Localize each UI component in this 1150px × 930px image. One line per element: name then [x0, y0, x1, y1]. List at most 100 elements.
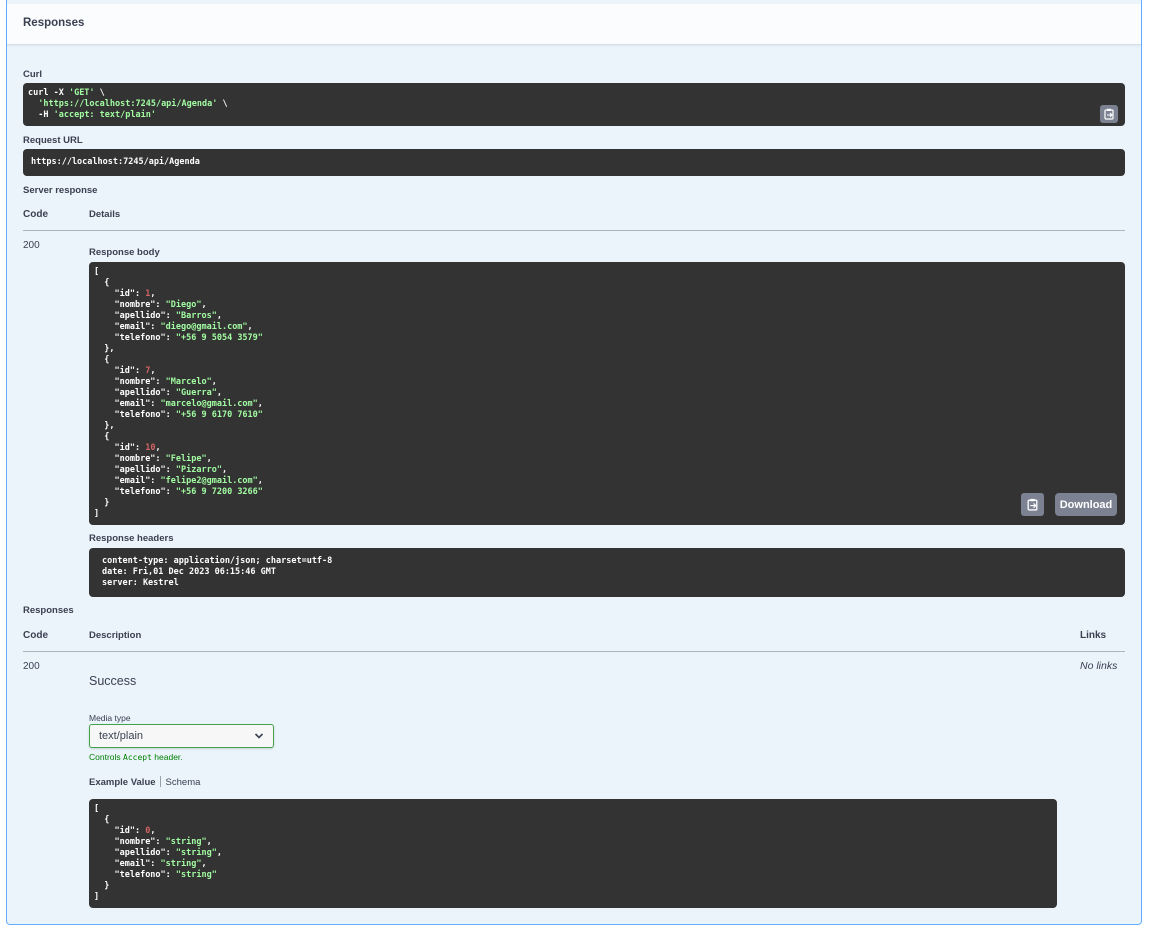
json-string: "+56 9 7200 3266" — [175, 487, 263, 497]
media-type-select[interactable]: text/plain — [89, 724, 274, 748]
json-key: "nombre": — [114, 377, 166, 387]
json-brace: { — [104, 355, 110, 365]
json-bracket: [ — [94, 804, 100, 814]
copy-to-clipboard-icon — [1027, 498, 1038, 511]
response-body-label: Response body — [89, 247, 160, 258]
json-key: "telefono": — [114, 487, 176, 497]
json-brace: }, — [104, 344, 115, 354]
media-type-value: text/plain — [99, 730, 144, 742]
header-line: content-type: application/json; charset=… — [102, 556, 333, 566]
response-copy-button[interactable] — [1021, 493, 1044, 516]
header-line: date: Fri,01 Dec 2023 06:15:46 GMT — [102, 567, 276, 577]
divider — [23, 230, 1125, 231]
json-key: "telefono": — [114, 870, 176, 880]
json-brace: } — [104, 498, 110, 508]
response-status-code: 200 — [23, 240, 40, 251]
json-key: "telefono": — [114, 333, 176, 343]
responses-label: Responses — [23, 605, 74, 616]
col-header-code: Code — [23, 630, 48, 641]
json-key: "id": — [114, 366, 146, 376]
curl-method: 'GET' — [68, 88, 95, 98]
json-number: 0 — [145, 826, 151, 836]
json-string: "string" — [160, 859, 202, 869]
response-headers-label: Response headers — [89, 533, 174, 544]
json-string: "Marcelo" — [165, 377, 212, 387]
request-url-block[interactable]: https://localhost:7245/api/Agenda — [23, 149, 1125, 176]
json-string: "string" — [165, 837, 207, 847]
controls-accept-note: Controls Accept header. — [89, 752, 183, 762]
curl-label: Curl — [23, 69, 42, 80]
panel-title: Responses — [23, 17, 85, 29]
download-button[interactable]: Download — [1055, 493, 1117, 516]
col-header-code: Code — [23, 209, 48, 220]
json-key: "email": — [114, 322, 161, 332]
copy-to-clipboard-icon — [1104, 108, 1114, 120]
col-header-links: Links — [1080, 630, 1107, 641]
json-number: 7 — [145, 366, 151, 376]
col-header-description: Description — [89, 630, 142, 641]
json-brace: } — [104, 881, 110, 891]
response-body-block[interactable]: [ { "id": 1, "nombre": "Diego", "apellid… — [89, 262, 1125, 525]
request-url-value: https://localhost:7245/api/Agenda — [31, 157, 200, 167]
response-description: Success — [89, 674, 137, 688]
json-string: "Barros" — [175, 311, 217, 321]
json-string: "+56 9 5054 3579" — [175, 333, 263, 343]
curl-text: -H — [38, 110, 54, 120]
json-string: "Pizarro" — [175, 465, 222, 475]
curl-url: 'https://localhost:7245/api/Agenda' — [38, 99, 218, 109]
controls-text: header. — [151, 752, 183, 762]
json-key: "apellido": — [114, 388, 176, 398]
json-string: "diego@gmail.com" — [160, 322, 248, 332]
curl-header: 'accept: text/plain' — [53, 110, 156, 120]
response-headers-block[interactable]: content-type: application/json; charset=… — [89, 548, 1125, 597]
json-key: "nombre": — [114, 837, 166, 847]
json-bracket: [ — [94, 267, 100, 277]
request-url-label: Request URL — [23, 135, 83, 146]
json-brace: { — [104, 432, 110, 442]
json-key: "apellido": — [114, 465, 176, 475]
curl-copy-button[interactable] — [1100, 105, 1118, 123]
json-key: "id": — [114, 289, 146, 299]
json-string: "marcelo@gmail.com" — [160, 399, 258, 409]
controls-code: Accept — [123, 753, 152, 762]
json-number: 10 — [145, 443, 156, 453]
tab-schema[interactable]: Schema — [166, 777, 201, 788]
tab-example-value[interactable]: Example Value — [89, 777, 156, 788]
server-response-label: Server response — [23, 185, 98, 196]
json-string: "+56 9 6170 7610" — [175, 410, 263, 420]
json-bracket: ] — [94, 892, 100, 902]
example-value-block[interactable]: [ { "id": 0, "nombre": "string", "apelli… — [89, 799, 1057, 908]
json-key: "telefono": — [114, 410, 176, 420]
col-header-details: Details — [89, 209, 121, 220]
json-key: "apellido": — [114, 848, 176, 858]
tab-separator — [159, 776, 161, 787]
response-code: 200 — [23, 661, 40, 672]
json-key: "email": — [114, 399, 161, 409]
curl-text: \ — [217, 99, 228, 109]
json-number: 1 — [145, 289, 151, 299]
media-type-label: Media type — [89, 713, 131, 723]
json-key: "email": — [114, 859, 161, 869]
json-bracket: ] — [94, 509, 100, 519]
chevron-down-icon — [254, 733, 264, 739]
json-brace: { — [104, 815, 110, 825]
json-key: "email": — [114, 476, 161, 486]
example-tabs: Example Value Schema — [89, 776, 200, 788]
json-brace: }, — [104, 421, 115, 431]
controls-text: Controls — [89, 752, 124, 762]
json-string: "string" — [175, 848, 217, 858]
json-brace: { — [104, 278, 110, 288]
curl-text: curl -X — [28, 88, 69, 98]
json-key: "nombre": — [114, 300, 166, 310]
curl-command-block[interactable]: curl -X 'GET' \ 'https://localhost:7245/… — [23, 83, 1125, 126]
json-key: "nombre": — [114, 454, 166, 464]
json-string: "felipe2@gmail.com" — [160, 476, 258, 486]
json-string: "Diego" — [165, 300, 202, 310]
curl-text: \ — [94, 88, 105, 98]
json-key: "id": — [114, 443, 146, 453]
response-links: No links — [1080, 660, 1118, 672]
json-string: "Felipe" — [165, 454, 207, 464]
json-key: "id": — [114, 826, 146, 836]
json-string: "string" — [175, 870, 217, 880]
divider — [23, 651, 1125, 652]
